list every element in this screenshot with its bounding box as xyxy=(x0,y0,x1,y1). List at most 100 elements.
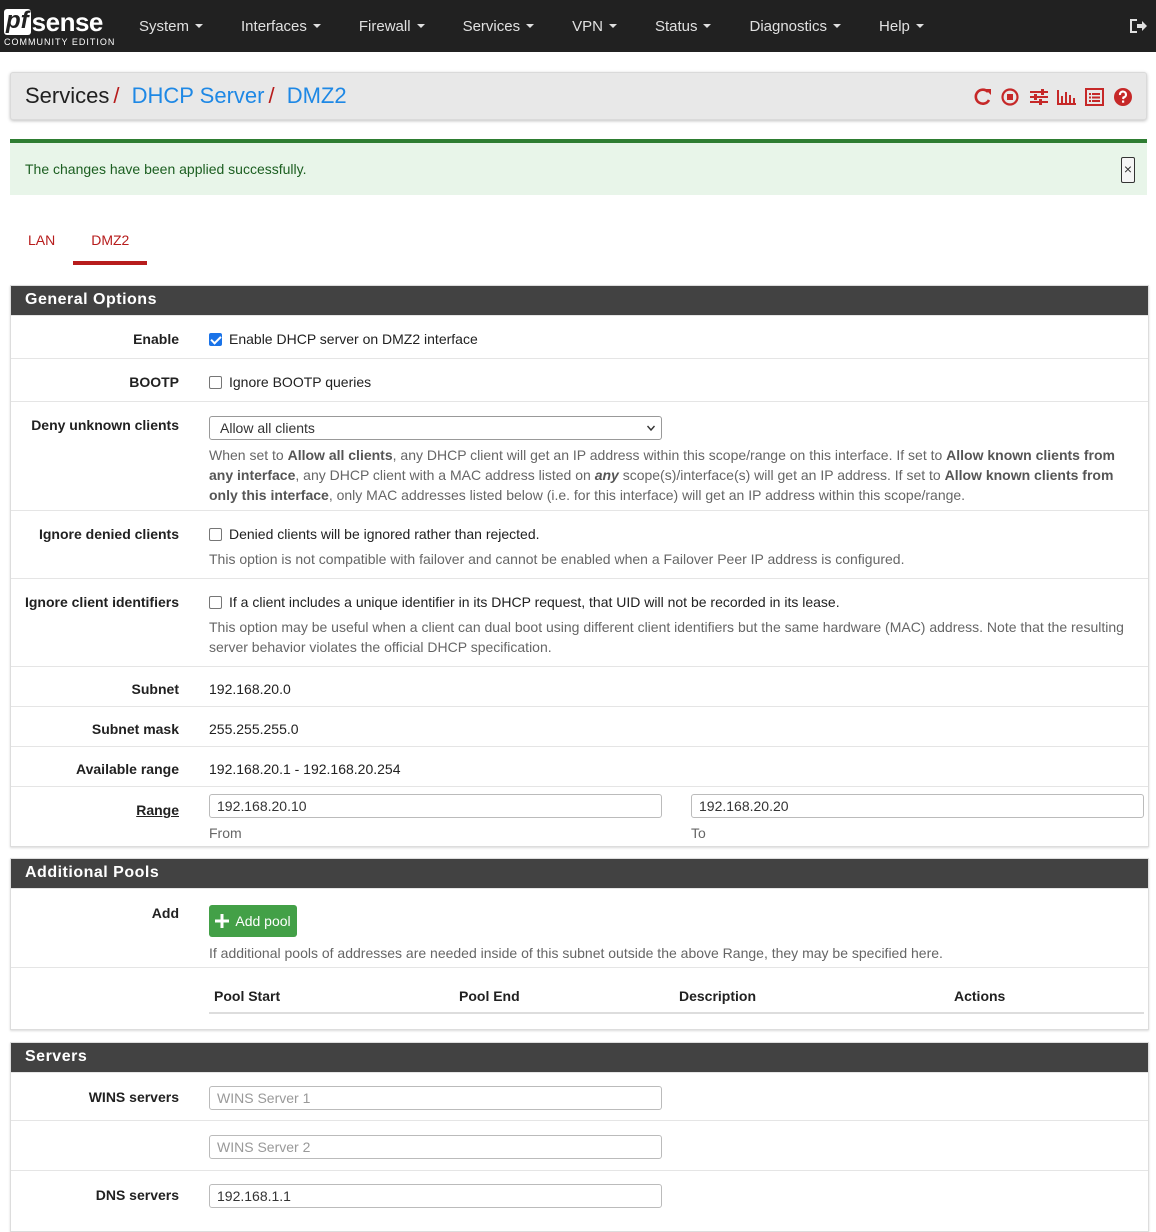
range-from-input[interactable]: 192.168.20.10 xyxy=(209,794,662,818)
help-icon[interactable] xyxy=(1112,87,1134,107)
menu-services[interactable]: Services xyxy=(444,0,554,52)
menu-vpn[interactable]: VPN xyxy=(553,0,636,52)
menu-label: System xyxy=(139,17,190,35)
stop-icon[interactable] xyxy=(1000,87,1022,107)
subnet-row: Subnet 192.168.20.0 xyxy=(11,666,1148,706)
enable-option: Enable DHCP server on DMZ2 interface xyxy=(209,331,478,347)
breadcrumb-dhcp-server[interactable]: DHCP Server xyxy=(132,83,265,108)
menu-firewall[interactable]: Firewall xyxy=(340,0,444,52)
ignore-ids-option: If a client includes a unique identifier… xyxy=(209,594,840,610)
menu-label: Diagnostics xyxy=(749,17,828,35)
bootp-label: BOOTP xyxy=(129,374,179,390)
pool-table-header-row: Pool Start Pool End Description Actions xyxy=(11,967,1148,1029)
pool-table-header: Pool Start Pool End Description Actions xyxy=(209,988,1144,1014)
chart-icon[interactable] xyxy=(1056,87,1078,107)
ignore-ids-row: Ignore client identifiers If a client in… xyxy=(11,578,1148,666)
range-to-help: To xyxy=(691,825,706,841)
help-bold: Allow all clients xyxy=(287,447,393,463)
enable-row: Enable Enable DHCP server on DMZ2 interf… xyxy=(11,315,1148,358)
breadcrumb: Services / DHCP Server / DMZ2 xyxy=(25,83,347,109)
servers-panel: Servers WINS servers WINS Server 1 WINS … xyxy=(10,1042,1149,1232)
panel-heading: General Options xyxy=(11,286,1148,315)
top-navbar: pf sense COMMUNITY EDITION System Interfa… xyxy=(0,0,1156,52)
col-actions: Actions xyxy=(954,988,1006,1004)
subnet-mask-value: 255.255.255.0 xyxy=(209,721,299,737)
panel-heading: Additional Pools xyxy=(11,859,1148,888)
sliders-icon[interactable] xyxy=(1028,87,1050,107)
wins-server-2-row: WINS Server 2 xyxy=(11,1120,1148,1170)
wins-server-1-input[interactable]: WINS Server 1 xyxy=(209,1086,662,1110)
menu-interfaces[interactable]: Interfaces xyxy=(222,0,340,52)
menu-label: Services xyxy=(462,17,521,35)
breadcrumb-dmz2[interactable]: DMZ2 xyxy=(287,83,347,108)
bootp-row: BOOTP Ignore BOOTP queries xyxy=(11,358,1148,401)
pfsense-logo[interactable]: pf sense COMMUNITY EDITION xyxy=(4,5,114,49)
menu-label: Firewall xyxy=(358,17,411,35)
logout-icon[interactable] xyxy=(1128,16,1148,36)
wins-server-2-input[interactable]: WINS Server 2 xyxy=(209,1135,662,1159)
tab-lan[interactable]: LAN xyxy=(10,220,73,265)
help-text: scope(s)/interface(s) will get an IP add… xyxy=(618,467,945,483)
interface-tabs: LAN DMZ2 xyxy=(10,220,148,266)
add-pool-row: Add Add pool If additional pools of addr… xyxy=(11,888,1148,967)
caret-down-icon xyxy=(833,24,842,28)
additional-pools-panel: Additional Pools Add Add pool If additio… xyxy=(10,858,1149,1030)
menu-label: Interfaces xyxy=(241,17,307,35)
success-alert: The changes have been applied successful… xyxy=(10,139,1147,195)
caret-down-icon xyxy=(195,24,204,28)
range-to-input[interactable]: 192.168.20.20 xyxy=(691,794,1144,818)
header-icon-bar xyxy=(972,87,1134,107)
bootp-checkbox[interactable] xyxy=(209,376,222,389)
subnet-mask-row: Subnet mask 255.255.255.0 xyxy=(11,706,1148,746)
ignore-denied-label: Ignore denied clients xyxy=(38,526,179,542)
menu-label: Status xyxy=(654,17,698,35)
breadcrumb-separator: / xyxy=(113,83,120,108)
help-text: , any DHCP client will get an IP address… xyxy=(392,447,947,463)
alert-close-button[interactable]: × xyxy=(1121,157,1135,183)
logo-subtitle: COMMUNITY EDITION xyxy=(4,37,116,47)
menu-status[interactable]: Status xyxy=(636,0,731,52)
dns-server-1-input[interactable]: 192.168.1.1 xyxy=(209,1184,662,1208)
menu-help[interactable]: Help xyxy=(860,0,943,52)
ignore-ids-checkbox[interactable] xyxy=(209,596,222,609)
help-bold-italic: any xyxy=(594,467,619,483)
restart-icon[interactable] xyxy=(972,87,994,107)
range-from-help: From xyxy=(209,825,242,841)
available-range-value: 192.168.20.1 - 192.168.20.254 xyxy=(209,761,401,777)
enable-label: Enable xyxy=(133,331,179,347)
alert-message: The changes have been applied successful… xyxy=(25,161,307,177)
ignore-ids-label: Ignore client identifiers xyxy=(24,594,179,610)
ignore-denied-checkbox[interactable] xyxy=(209,528,222,541)
log-icon[interactable] xyxy=(1084,87,1106,107)
caret-down-icon xyxy=(416,24,425,28)
range-label: Range xyxy=(136,802,179,818)
enable-checkbox[interactable] xyxy=(209,333,222,346)
select-value: Allow all clients xyxy=(220,420,315,436)
caret-down-icon xyxy=(312,24,321,28)
add-pool-button[interactable]: Add pool xyxy=(209,905,297,937)
help-text: , only MAC addresses listed below (i.e. … xyxy=(328,487,966,503)
available-range-label: Available range xyxy=(76,761,179,777)
ignore-denied-option: Denied clients will be ignored rather th… xyxy=(209,526,540,542)
menu-system[interactable]: System xyxy=(120,0,222,52)
caret-down-icon xyxy=(915,24,924,28)
breadcrumb-separator: / xyxy=(268,83,275,108)
ignore-denied-row: Ignore denied clients Denied clients wil… xyxy=(11,510,1148,578)
available-range-row: Available range 192.168.20.1 - 192.168.2… xyxy=(11,746,1148,786)
breadcrumb-services: Services xyxy=(25,83,110,108)
tab-dmz2[interactable]: DMZ2 xyxy=(73,220,148,265)
add-label: Add xyxy=(151,905,179,921)
wins-server-1-row: WINS servers WINS Server 1 xyxy=(11,1072,1148,1120)
col-description: Description xyxy=(679,988,757,1004)
deny-unknown-select[interactable]: Allow all clients xyxy=(209,416,662,440)
menu-label: VPN xyxy=(572,17,603,35)
menu-diagnostics[interactable]: Diagnostics xyxy=(730,0,860,52)
add-pool-label: Add pool xyxy=(235,913,291,929)
plus-icon xyxy=(215,914,230,928)
subnet-value: 192.168.20.0 xyxy=(209,681,291,697)
help-text: , any DHCP client with a MAC address lis… xyxy=(295,467,595,483)
page-header: Services / DHCP Server / DMZ2 xyxy=(10,72,1147,120)
subnet-mask-label: Subnet mask xyxy=(91,721,179,737)
logo-wordmark: pf sense xyxy=(4,5,114,35)
logo-sense: sense xyxy=(31,7,104,37)
